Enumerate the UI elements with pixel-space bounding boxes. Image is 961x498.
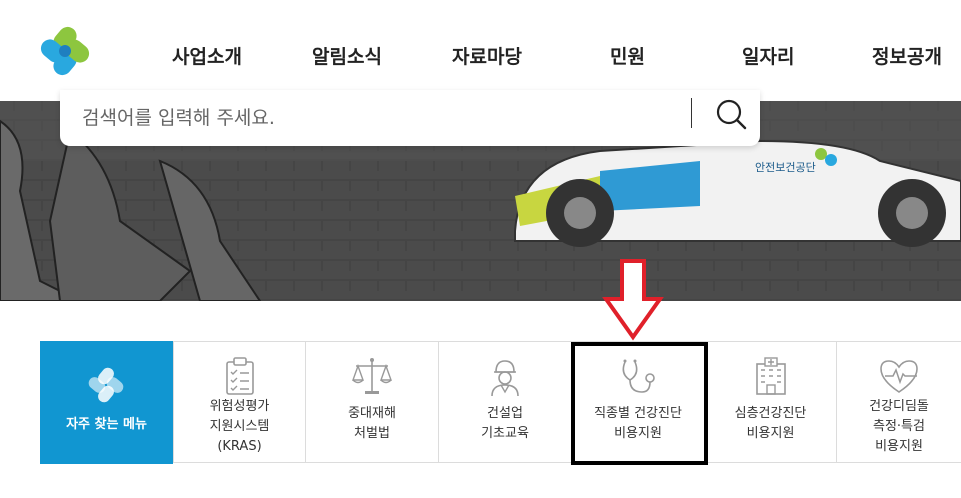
quick-item-label-line: 건설업 <box>487 406 523 421</box>
quick-item-label-line: 비용지원 <box>746 426 795 441</box>
kosha-cross-icon <box>88 367 124 403</box>
stethoscope-icon <box>622 359 655 393</box>
quick-item-label-line: 중대재해 <box>348 406 396 421</box>
clipboard-checklist-icon <box>225 357 254 395</box>
nav-item-resources[interactable]: 자료마당 <box>452 42 522 69</box>
quick-item-label-line: 비용지원 <box>875 439 923 454</box>
nav-item-jobs[interactable]: 일자리 <box>742 42 794 69</box>
nav-item-disclosure[interactable]: 정보공개 <box>872 42 942 69</box>
quick-item-label-line: 비용지원 <box>614 426 662 441</box>
quick-item-construction-basic-training[interactable]: 건설업 기초교육 <box>438 342 571 463</box>
quick-item-serious-accident-act[interactable]: 중대재해 처벌법 <box>305 342 438 463</box>
nav-item-civil-petition[interactable]: 민원 <box>610 42 645 69</box>
vehicle-text: 안전보건공단 <box>755 161 816 174</box>
quick-item-label-line: 심층건강진단 <box>734 406 807 421</box>
quick-item-label-line: 직종별 건강진단 <box>594 406 682 421</box>
scales-icon <box>352 358 392 394</box>
quick-item-health-stepping-stone-support[interactable]: 건강디딤돌 측정·특검 비용지원 <box>836 342 961 463</box>
quick-item-label-line: 건강디딤돌 <box>869 399 929 414</box>
site-header: 사업소개 알림소식 자료마당 민원 일자리 정보공개 <box>0 0 961 100</box>
search-box <box>60 90 760 146</box>
nav-item-news[interactable]: 알림소식 <box>312 42 382 69</box>
nav-item-business[interactable]: 사업소개 <box>172 42 242 69</box>
search-icon[interactable] <box>710 92 754 136</box>
search-input[interactable] <box>82 98 682 138</box>
quick-menu-header: 자주 찾는 메뉴 <box>40 341 173 464</box>
quick-menu-title: 자주 찾는 메뉴 <box>66 417 147 432</box>
main-nav: 사업소개 알림소식 자료마당 민원 일자리 정보공개 <box>0 42 961 72</box>
quick-item-label-line: 측정·특검 <box>873 419 925 434</box>
hospital-building-icon <box>755 357 786 395</box>
heart-pulse-icon <box>880 360 918 393</box>
quick-item-label-line: (KRAS) <box>217 439 262 454</box>
red-down-arrow-icon <box>602 259 664 341</box>
quick-item-label-line: 처벌법 <box>354 426 390 441</box>
quick-item-in-depth-health-checkup-support[interactable]: 심층건강진단 비용지원 <box>704 342 836 463</box>
construction-worker-icon <box>491 360 519 397</box>
quick-item-label-line: 위험성평가 <box>209 399 270 414</box>
quick-item-kras[interactable]: 위험성평가 지원시스템 (KRAS) <box>173 342 305 463</box>
quick-item-label-line: 기초교육 <box>481 426 529 441</box>
quick-item-occupational-health-checkup-support[interactable]: 직종별 건강진단 비용지원 <box>571 342 704 463</box>
quick-item-label-line: 지원시스템 <box>209 419 270 434</box>
quick-menu: 자주 찾는 메뉴 위험성평가 지원시스템 (KRAS) 중대재해 처벌법 건설업… <box>40 341 961 464</box>
search-divider <box>691 98 692 128</box>
